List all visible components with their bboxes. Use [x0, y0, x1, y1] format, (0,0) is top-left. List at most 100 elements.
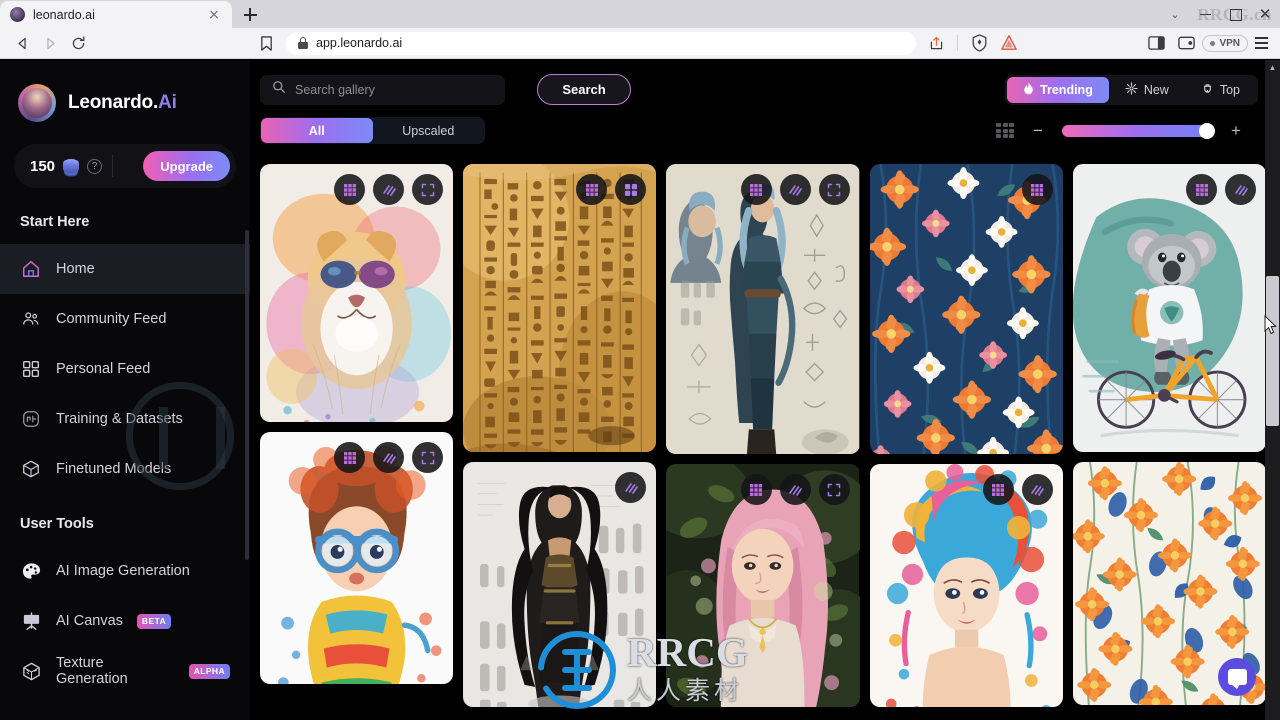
sidebar-item-ai-image-generation[interactable]: AI Image Generation	[0, 546, 250, 596]
fullscreen-icon[interactable]	[412, 174, 444, 205]
training-datasets-icon	[20, 408, 42, 430]
new-tab-button[interactable]	[236, 1, 264, 28]
help-question-icon[interactable]: ?	[87, 158, 103, 174]
sort-tabs: Trending New Top	[1005, 74, 1258, 105]
texture-cube-icon	[20, 660, 42, 682]
page-content: Leonardo.Ai 150 ? Upgrade Start Here Hom…	[0, 60, 1280, 720]
maximize-icon[interactable]	[1220, 0, 1250, 28]
tab-trending[interactable]: Trending	[1007, 76, 1109, 103]
gallery-card-lion-watercolor[interactable]	[260, 164, 454, 422]
brave-wallet-icon[interactable]	[1172, 29, 1200, 57]
sidebar-item-ai-canvas[interactable]: AI Canvas BETA	[0, 596, 250, 646]
brave-lion-icon[interactable]	[995, 29, 1023, 57]
gallery-card-girl-glasses[interactable]	[260, 432, 454, 684]
remix-icon[interactable]	[576, 174, 608, 205]
sidebar-item-texture-generation[interactable]: Texture Generation ALPHA	[0, 646, 250, 696]
gallery-card-pink-hair-portrait[interactable]	[666, 464, 860, 707]
credit-amount: 150	[30, 157, 56, 175]
badge-beta: BETA	[136, 613, 172, 629]
variation-icon[interactable]	[779, 174, 811, 205]
vpn-button[interactable]: VPN	[1202, 34, 1248, 52]
fullscreen-icon[interactable]	[412, 442, 444, 473]
filter-upscaled[interactable]: Upscaled	[373, 118, 485, 143]
sidebar-item-home[interactable]: Home	[0, 244, 250, 294]
share-icon[interactable]	[922, 29, 950, 57]
koala-bicycle-artwork	[1072, 164, 1266, 452]
zoom-slider[interactable]	[1062, 122, 1215, 139]
gallery-card-rainbow-hair-portrait[interactable]	[869, 464, 1063, 707]
variation-icon[interactable]	[615, 174, 647, 205]
variation-icon[interactable]	[615, 472, 647, 503]
variation-icon[interactable]	[1225, 174, 1257, 205]
scrollbar-thumb[interactable]	[1266, 276, 1279, 426]
chat-bubble-icon	[1227, 669, 1247, 689]
upgrade-button[interactable]: Upgrade	[143, 151, 230, 181]
card-hover-actions	[1186, 174, 1257, 205]
chevron-down-icon[interactable]: ⌄	[1160, 0, 1190, 28]
search-button[interactable]: Search	[537, 74, 631, 105]
minimize-icon[interactable]	[1190, 0, 1220, 28]
sidebar-item-community-feed[interactable]: Community Feed	[0, 294, 250, 344]
intercom-chat-button[interactable]	[1218, 658, 1256, 696]
gallery-card-dark-fantasy-woman[interactable]	[463, 462, 657, 707]
sidebar-item-finetuned-models[interactable]: Finetuned Models	[0, 444, 250, 494]
filter-all[interactable]: All	[261, 118, 373, 143]
remix-icon[interactable]	[1186, 174, 1218, 205]
tab-label: Trending	[1040, 82, 1093, 97]
filter-segmented-control: All Upscaled	[260, 117, 485, 144]
brave-shields-icon[interactable]	[965, 29, 993, 57]
variation-icon[interactable]	[373, 174, 405, 205]
remix-icon[interactable]	[334, 442, 366, 473]
remix-icon[interactable]	[334, 174, 366, 205]
sidebar-item-personal-feed[interactable]: Personal Feed	[0, 344, 250, 394]
window-close-icon[interactable]: ✕	[1250, 0, 1280, 28]
zoom-out-button[interactable]: −	[1030, 122, 1046, 139]
mouse-cursor	[1264, 314, 1277, 340]
browser-toolbar: app.leonardo.ai VPN	[0, 28, 1280, 59]
cube-box-icon	[20, 458, 42, 480]
variation-icon[interactable]	[779, 474, 811, 505]
blue-hair-warrior-artwork	[666, 164, 860, 454]
search-box[interactable]	[260, 74, 505, 105]
zoom-in-button[interactable]: +	[1228, 122, 1244, 139]
fullscreen-icon[interactable]	[818, 174, 850, 205]
leonardo-favicon-icon	[10, 7, 25, 22]
variation-icon[interactable]	[373, 442, 405, 473]
sidebar-scrollbar[interactable]	[245, 230, 249, 560]
toolbar-row-filters: All Upscaled − +	[260, 117, 1258, 144]
brand-logo-block[interactable]: Leonardo.Ai	[0, 84, 250, 122]
remix-icon[interactable]	[740, 174, 772, 205]
tab-new[interactable]: New	[1109, 77, 1185, 103]
card-hover-actions	[740, 174, 850, 205]
gallery-card-blue-hair-warrior[interactable]	[666, 164, 860, 454]
sidebar-item-training-datasets[interactable]: Training & Datasets	[0, 394, 250, 444]
tab-top[interactable]: Top	[1185, 77, 1256, 103]
reload-icon[interactable]	[64, 29, 92, 57]
gallery-column	[1072, 164, 1266, 720]
bookmark-icon[interactable]	[252, 29, 280, 57]
remix-icon[interactable]	[1021, 174, 1053, 205]
sidebar-item-label: AI Image Generation	[56, 563, 190, 579]
page-scrollbar[interactable]: ▲	[1265, 60, 1280, 720]
scroll-up-arrow-icon[interactable]: ▲	[1265, 60, 1280, 75]
gallery-card-egyptian-hieroglyphs[interactable]	[463, 164, 657, 452]
remix-icon[interactable]	[740, 474, 772, 505]
forward-arrow-icon[interactable]	[36, 29, 64, 57]
back-arrow-icon[interactable]	[8, 29, 36, 57]
card-hover-actions	[334, 442, 444, 473]
fullscreen-icon[interactable]	[818, 474, 850, 505]
gallery-card-koala-bicycle[interactable]	[1072, 164, 1266, 452]
sidebar-item-label: Community Feed	[56, 311, 167, 327]
variation-icon[interactable]	[1021, 474, 1053, 505]
zoom-slider-knob[interactable]	[1199, 122, 1215, 139]
side-panel-icon[interactable]	[1142, 29, 1170, 57]
grid-view-icon[interactable]	[996, 123, 1014, 138]
hamburger-menu-icon[interactable]	[1250, 33, 1272, 53]
close-icon[interactable]	[206, 7, 222, 23]
gallery-card-floral-pattern-blue[interactable]	[869, 164, 1063, 454]
address-bar[interactable]: app.leonardo.ai	[286, 31, 917, 55]
remix-icon[interactable]	[982, 474, 1014, 505]
browser-tab[interactable]: leonardo.ai	[0, 1, 232, 28]
gallery-column	[260, 164, 454, 720]
search-input[interactable]	[295, 82, 493, 97]
